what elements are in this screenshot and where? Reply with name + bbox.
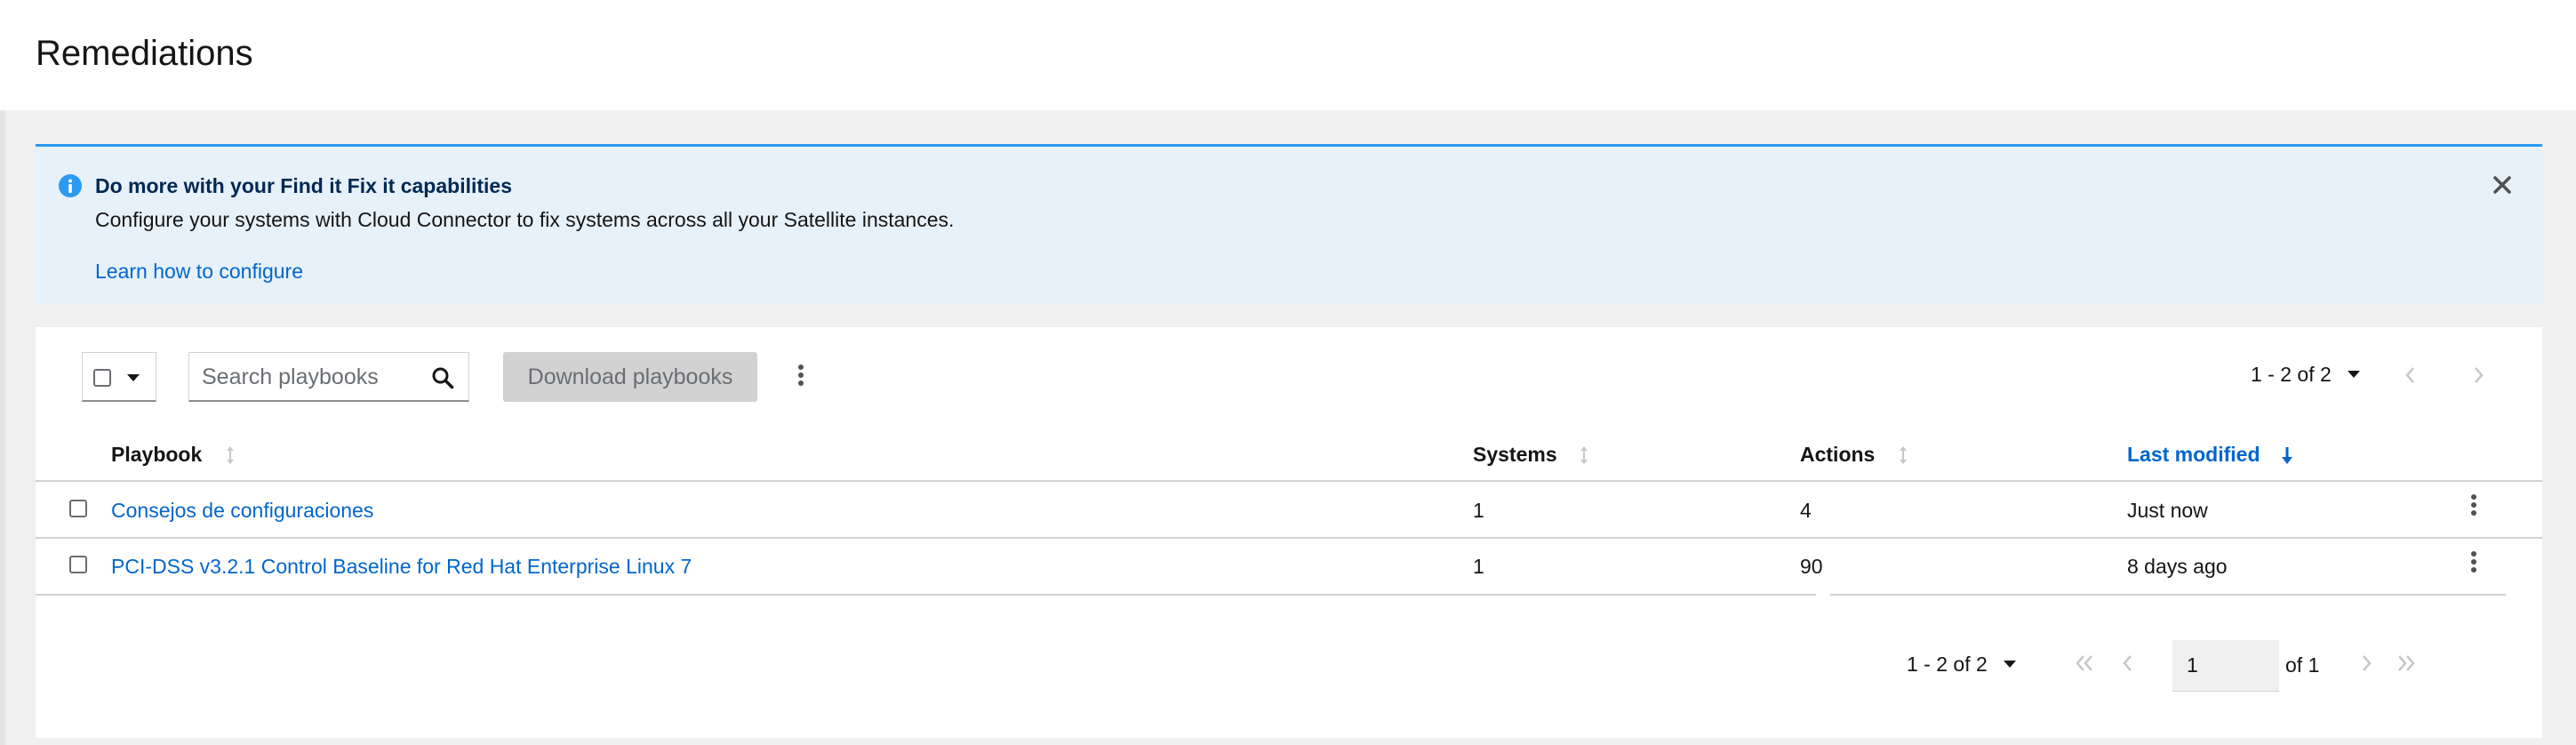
last-page-icon[interactable] <box>2395 653 2418 674</box>
row-divider <box>36 594 1816 596</box>
learn-how-to-configure-link[interactable]: Learn how to configure <box>95 260 303 284</box>
systems-cell: 1 <box>1473 499 1484 522</box>
total-pages-label: of 1 <box>2285 653 2320 677</box>
row-divider <box>1830 594 2506 596</box>
next-page-icon[interactable] <box>2359 653 2373 674</box>
bulk-select-checkbox[interactable] <box>93 369 111 387</box>
info-circle-icon <box>59 174 82 197</box>
row-kebab-icon[interactable] <box>2468 493 2479 521</box>
close-icon[interactable] <box>2489 172 2516 198</box>
alert-description: Configure your systems with Cloud Connec… <box>95 208 955 231</box>
first-page-icon[interactable] <box>2073 653 2096 674</box>
column-header-last-modified[interactable]: Last modified <box>2127 443 2260 467</box>
actions-cell: 90 <box>1800 555 1823 578</box>
actions-cell: 4 <box>1800 499 1812 522</box>
playbook-link[interactable]: PCI-DSS v3.2.1 Control Baseline for Red … <box>111 555 692 579</box>
alert-title: Do more with your Find it Fix it capabil… <box>95 174 512 197</box>
column-header-actions[interactable]: Actions <box>1800 443 1875 467</box>
row-kebab-icon[interactable] <box>2468 549 2479 578</box>
bulk-select-dropdown[interactable] <box>82 352 156 402</box>
last-modified-cell: Just now <box>2127 499 2208 522</box>
info-alert: Do more with your Find it Fix it capabil… <box>36 144 2542 304</box>
search-icon[interactable] <box>431 366 454 389</box>
sort-icon[interactable] <box>224 444 236 467</box>
last-modified-cell: 8 days ago <box>2127 555 2228 578</box>
search-playbooks-field[interactable] <box>188 352 469 402</box>
column-header-systems[interactable]: Systems <box>1473 443 1557 467</box>
download-playbooks-button[interactable]: Download playbooks <box>503 352 757 402</box>
row-divider <box>36 537 2542 539</box>
pagination-toggle-top[interactable]: 1 - 2 of 2 <box>2251 363 2361 387</box>
playbook-link[interactable]: Consejos de configuraciones <box>111 499 373 523</box>
sort-icon[interactable] <box>1897 444 1909 467</box>
search-input[interactable] <box>202 364 424 390</box>
playbooks-card: Download playbooks 1 - 2 of 2 Playbook S… <box>36 327 2542 738</box>
pagination-toggle-bottom[interactable]: 1 - 2 of 2 <box>1907 653 2017 677</box>
sort-descending-icon[interactable] <box>2281 444 2293 467</box>
pagination-range: 1 - 2 of 2 <box>1907 653 1988 676</box>
next-page-icon[interactable] <box>2471 364 2485 386</box>
page-title: Remediations <box>36 34 253 73</box>
left-edge <box>0 110 5 745</box>
previous-page-icon[interactable] <box>2404 364 2418 386</box>
current-page-input[interactable] <box>2172 640 2279 692</box>
toolbar-kebab-icon[interactable] <box>796 363 806 391</box>
row-checkbox[interactable] <box>69 500 87 517</box>
systems-cell: 1 <box>1473 555 1484 578</box>
previous-page-icon[interactable] <box>2121 653 2135 674</box>
header-divider <box>36 480 2542 482</box>
column-header-playbook[interactable]: Playbook <box>111 443 202 467</box>
row-checkbox[interactable] <box>69 556 87 573</box>
page-header: Remediations <box>0 0 2576 110</box>
sort-icon[interactable] <box>1578 444 1590 467</box>
caret-down-icon <box>2348 371 2361 378</box>
caret-down-icon <box>2004 661 2017 668</box>
caret-down-icon <box>127 374 140 381</box>
pagination-range: 1 - 2 of 2 <box>2251 363 2332 386</box>
